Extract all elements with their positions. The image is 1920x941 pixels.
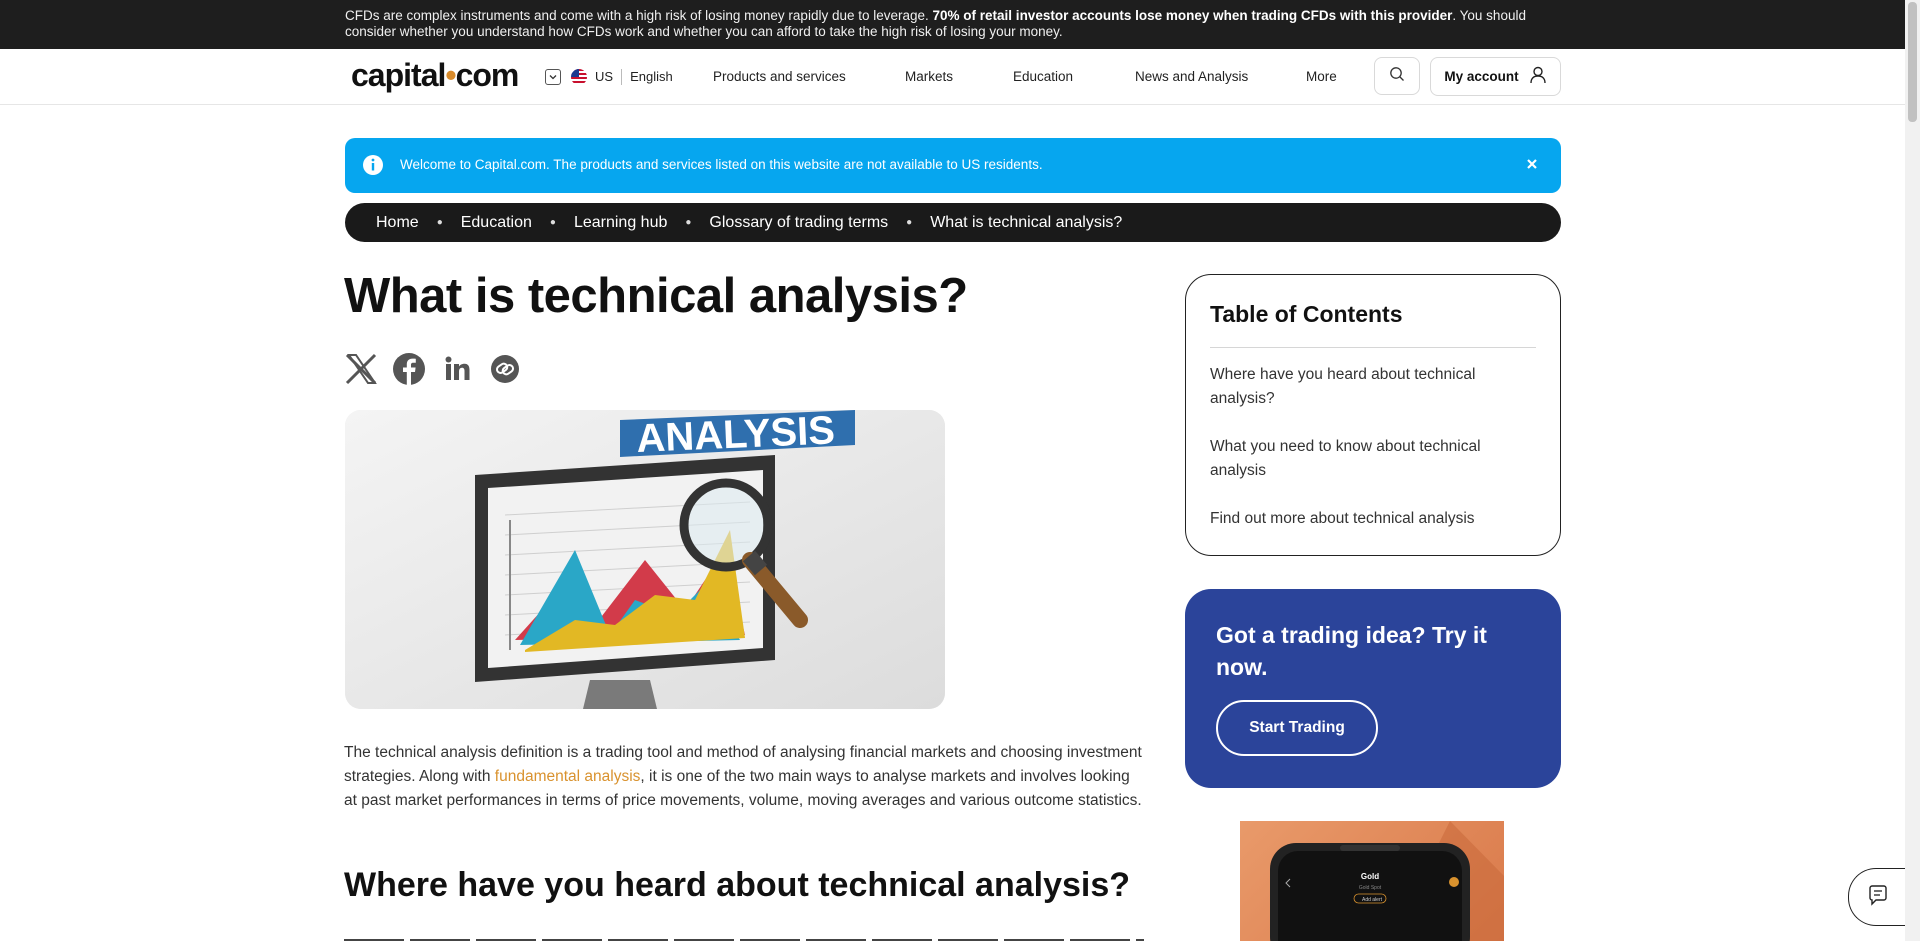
cta-title: Got a trading idea? Try it now. [1216, 622, 1487, 680]
cut-off-text-line [344, 934, 1144, 941]
divider [621, 68, 623, 85]
risk-text-bold: 70% of retail investor accounts lose mon… [932, 8, 1453, 23]
toc-title: Table of Contents [1210, 301, 1403, 327]
share-bar [344, 352, 536, 386]
fundamental-analysis-link[interactable]: fundamental analysis [495, 768, 641, 785]
hero-banner-text: ANALYSIS [635, 410, 835, 461]
nav-education[interactable]: Education [1013, 49, 1073, 104]
hero-image: ANALYSIS [345, 410, 945, 709]
info-icon [362, 154, 384, 179]
section-heading: Where have you heard about technical ana… [344, 866, 1131, 904]
toc-item-1[interactable]: Where have you heard about technical ana… [1210, 363, 1520, 411]
breadcrumb-learning-hub[interactable]: Learning hub [574, 214, 667, 232]
us-notice-banner: Welcome to Capital.com. The products and… [345, 138, 1561, 193]
copy-link-icon[interactable] [488, 352, 536, 386]
breadcrumb-glossary[interactable]: Glossary of trading terms [709, 214, 888, 232]
start-trading-button[interactable]: Start Trading [1216, 700, 1378, 756]
my-account-button[interactable]: My account [1430, 57, 1561, 96]
logo-text: capital [351, 57, 446, 93]
page-title: What is technical analysis? [344, 269, 968, 323]
linkedin-icon[interactable] [440, 352, 488, 386]
account-label: My account [1444, 69, 1519, 84]
nav-more[interactable]: More [1306, 49, 1337, 104]
facebook-icon[interactable] [392, 352, 440, 386]
toc-item-3[interactable]: Find out more about technical analysis [1210, 507, 1520, 531]
trading-cta-card: Got a trading idea? Try it now. Start Tr… [1185, 589, 1561, 788]
chevron-down-icon [545, 68, 561, 85]
search-button[interactable] [1374, 57, 1420, 95]
promo-sub: Gold Spot [1359, 885, 1382, 891]
breadcrumb-separator: ● [436, 217, 443, 228]
toc-item-2[interactable]: What you need to know about technical an… [1210, 435, 1520, 483]
scrollbar-thumb[interactable] [1908, 2, 1917, 122]
table-of-contents: Table of Contents Where have you heard a… [1185, 274, 1561, 556]
notice-text: Welcome to Capital.com. The products and… [400, 157, 1043, 172]
close-icon[interactable] [1525, 157, 1539, 174]
breadcrumb: Home ● Education ● Learning hub ● Glossa… [345, 203, 1561, 242]
breadcrumb-separator: ● [685, 217, 692, 228]
promo-asset: Gold [1361, 872, 1379, 881]
logo[interactable]: capital•com [351, 57, 520, 94]
chat-icon [1867, 884, 1889, 911]
scrollbar-track[interactable] [1905, 0, 1920, 941]
user-icon [1529, 66, 1547, 87]
app-promo-image[interactable]: Gold Gold Spot Add alert [1240, 821, 1504, 941]
intro-paragraph: The technical analysis definition is a t… [344, 741, 1144, 813]
risk-warning-text: CFDs are complex instruments and come wi… [345, 8, 1560, 40]
risk-warning-bar: CFDs are complex instruments and come wi… [0, 0, 1920, 49]
promo-tag: Add alert [1362, 897, 1383, 903]
nav-products-and-services[interactable]: Products and services [713, 49, 846, 104]
breadcrumb-current: What is technical analysis? [930, 213, 1123, 231]
language-label: English [630, 69, 673, 84]
breadcrumb-separator: ● [906, 217, 913, 228]
search-icon [1389, 66, 1405, 87]
nav-markets[interactable]: Markets [905, 49, 953, 104]
region-label: US [595, 69, 614, 84]
risk-text-1: CFDs are complex instruments and come wi… [345, 8, 933, 23]
chat-button[interactable] [1848, 868, 1907, 926]
breadcrumb-education[interactable]: Education [461, 214, 532, 232]
divider [1210, 347, 1536, 348]
nav-news-and-analysis[interactable]: News and Analysis [1135, 49, 1248, 104]
language-selector[interactable]: US English [545, 49, 673, 104]
site-header: capital•com US English Products and serv… [0, 49, 1905, 105]
breadcrumb-home[interactable]: Home [376, 214, 419, 232]
logo-text-end: com [455, 57, 520, 93]
breadcrumb-separator: ● [549, 217, 556, 228]
us-flag-icon [571, 68, 587, 85]
x-twitter-icon[interactable] [344, 352, 392, 386]
logo-dot: • [445, 57, 456, 93]
